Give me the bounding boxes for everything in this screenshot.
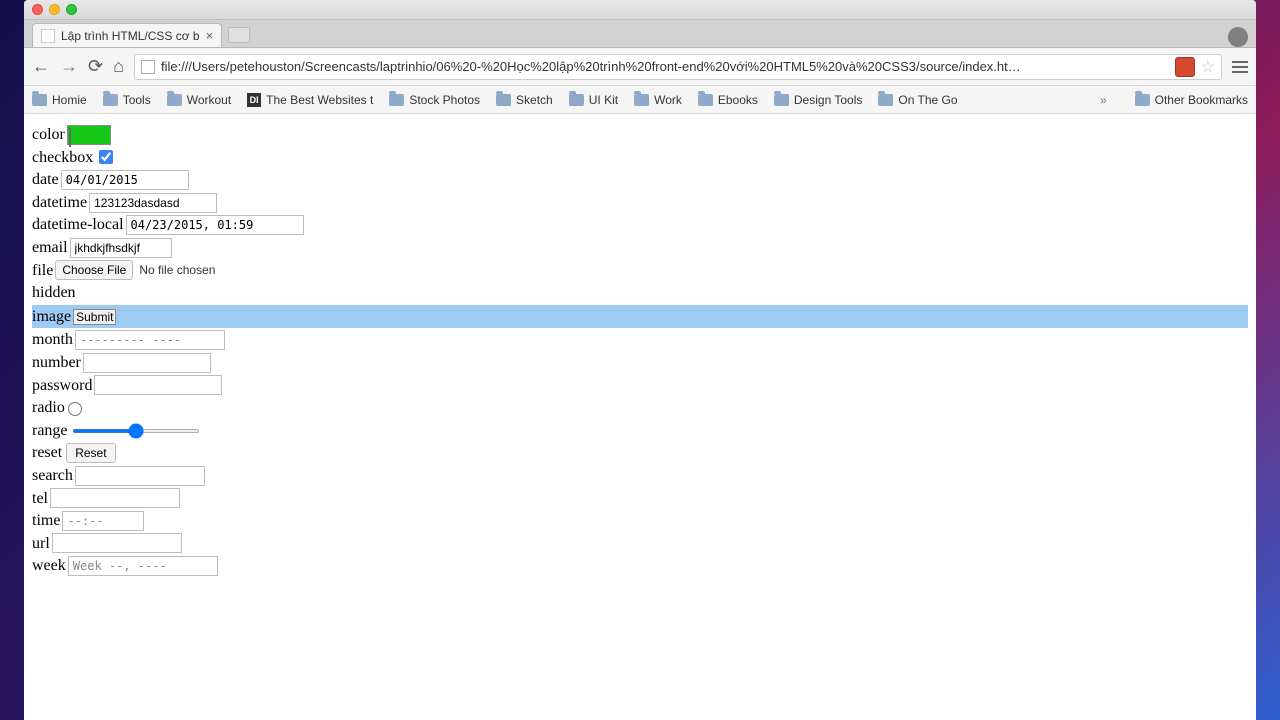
time-input[interactable]	[62, 511, 144, 531]
checkbox-input[interactable]	[99, 150, 113, 164]
tab-favicon-icon	[41, 29, 55, 43]
email-label: email	[32, 237, 68, 259]
folder-icon	[698, 94, 713, 106]
time-label: time	[32, 510, 60, 532]
bookmark-best-websites[interactable]: DIThe Best Websites t	[247, 93, 373, 107]
browser-tab[interactable]: Lập trình HTML/CSS cơ b ×	[32, 23, 222, 47]
window-titlebar	[24, 0, 1256, 20]
range-label: range	[32, 420, 68, 442]
tab-title: Lập trình HTML/CSS cơ b	[61, 29, 200, 43]
maximize-window-icon[interactable]	[66, 4, 77, 15]
bookmarks-overflow[interactable]: »	[1100, 93, 1107, 107]
bookmark-design-tools[interactable]: Design Tools	[774, 93, 862, 107]
extension-icon[interactable]	[1175, 57, 1195, 77]
datetime-input[interactable]	[89, 193, 217, 213]
datetime-local-input[interactable]	[126, 215, 304, 235]
search-input[interactable]	[75, 466, 205, 486]
forward-button: →	[60, 56, 78, 77]
bookmark-sketch[interactable]: Sketch	[496, 93, 553, 107]
browser-toolbar: ← → ⟳ ⌂ file:///Users/petehouston/Screen…	[24, 48, 1256, 86]
radio-input[interactable]	[68, 402, 82, 416]
browser-window: Lập trình HTML/CSS cơ b × ← → ⟳ ⌂ file:/…	[24, 0, 1256, 720]
close-window-icon[interactable]	[32, 4, 43, 15]
date-label: date	[32, 169, 59, 191]
date-input[interactable]	[61, 170, 189, 190]
number-input[interactable]	[83, 353, 211, 373]
number-label: number	[32, 352, 81, 374]
checkbox-label: checkbox	[32, 147, 93, 169]
image-submit-button[interactable]: Submit	[73, 309, 116, 325]
folder-icon	[878, 94, 893, 106]
bookmark-tools[interactable]: Tools	[103, 93, 151, 107]
radio-label: radio	[32, 397, 65, 419]
bookmark-star-icon[interactable]: ☆	[1201, 57, 1215, 77]
minimize-window-icon[interactable]	[49, 4, 60, 15]
month-label: month	[32, 329, 73, 351]
folder-icon	[496, 94, 511, 106]
file-choose-button[interactable]: Choose File	[55, 260, 133, 280]
home-button[interactable]: ⌂	[113, 56, 124, 77]
hidden-label: hidden	[32, 282, 76, 304]
month-input[interactable]	[75, 330, 225, 350]
bookmark-workout[interactable]: Workout	[167, 93, 231, 107]
color-swatch-icon	[69, 128, 71, 147]
bookmark-work[interactable]: Work	[634, 93, 682, 107]
page-content: color checkbox date datetime datetime-lo…	[24, 114, 1256, 588]
folder-icon	[634, 94, 649, 106]
folder-icon	[389, 94, 404, 106]
file-status: No file chosen	[139, 262, 215, 278]
back-button[interactable]: ←	[32, 56, 50, 77]
address-bar[interactable]: file:///Users/petehouston/Screencasts/la…	[134, 54, 1222, 80]
site-icon: DI	[247, 93, 261, 107]
folder-icon	[167, 94, 182, 106]
url-label: url	[32, 533, 50, 555]
search-label: search	[32, 465, 73, 487]
folder-icon	[774, 94, 789, 106]
week-label: week	[32, 555, 66, 577]
new-tab-button[interactable]	[228, 27, 250, 43]
bookmark-stock-photos[interactable]: Stock Photos	[389, 93, 480, 107]
password-input[interactable]	[94, 375, 222, 395]
bookmark-on-the-go[interactable]: On The Go	[878, 93, 957, 107]
folder-icon	[569, 94, 584, 106]
page-icon	[141, 60, 155, 74]
url-input[interactable]	[52, 533, 182, 553]
bookmark-ebooks[interactable]: Ebooks	[698, 93, 758, 107]
folder-icon	[103, 94, 118, 106]
reload-button[interactable]: ⟳	[88, 56, 103, 77]
week-input[interactable]	[68, 556, 218, 576]
bookmark-homie[interactable]: Homie	[32, 93, 87, 107]
datetime-label: datetime	[32, 192, 87, 214]
reset-button[interactable]: Reset	[66, 443, 115, 463]
email-input[interactable]	[70, 238, 172, 258]
color-input[interactable]	[67, 125, 111, 145]
image-label: image	[32, 306, 71, 328]
password-label: password	[32, 375, 92, 397]
url-text: file:///Users/petehouston/Screencasts/la…	[161, 59, 1169, 74]
datetime-local-label: datetime-local	[32, 214, 124, 236]
bookmarks-bar: Homie Tools Workout DIThe Best Websites …	[24, 86, 1256, 114]
tab-strip: Lập trình HTML/CSS cơ b ×	[24, 20, 1256, 48]
folder-icon	[32, 94, 47, 106]
other-bookmarks[interactable]: Other Bookmarks	[1135, 93, 1248, 107]
range-input[interactable]	[72, 429, 200, 433]
folder-icon	[1135, 94, 1150, 106]
color-label: color	[32, 124, 65, 146]
profile-icon[interactable]	[1228, 27, 1248, 47]
file-label: file	[32, 260, 53, 282]
tab-close-icon[interactable]: ×	[206, 28, 214, 43]
tel-input[interactable]	[50, 488, 180, 508]
image-row-highlight: image Submit	[32, 305, 1248, 329]
tel-label: tel	[32, 488, 48, 510]
bookmark-ui-kit[interactable]: UI Kit	[569, 93, 618, 107]
reset-label: reset	[32, 442, 62, 464]
menu-button[interactable]	[1232, 61, 1248, 73]
